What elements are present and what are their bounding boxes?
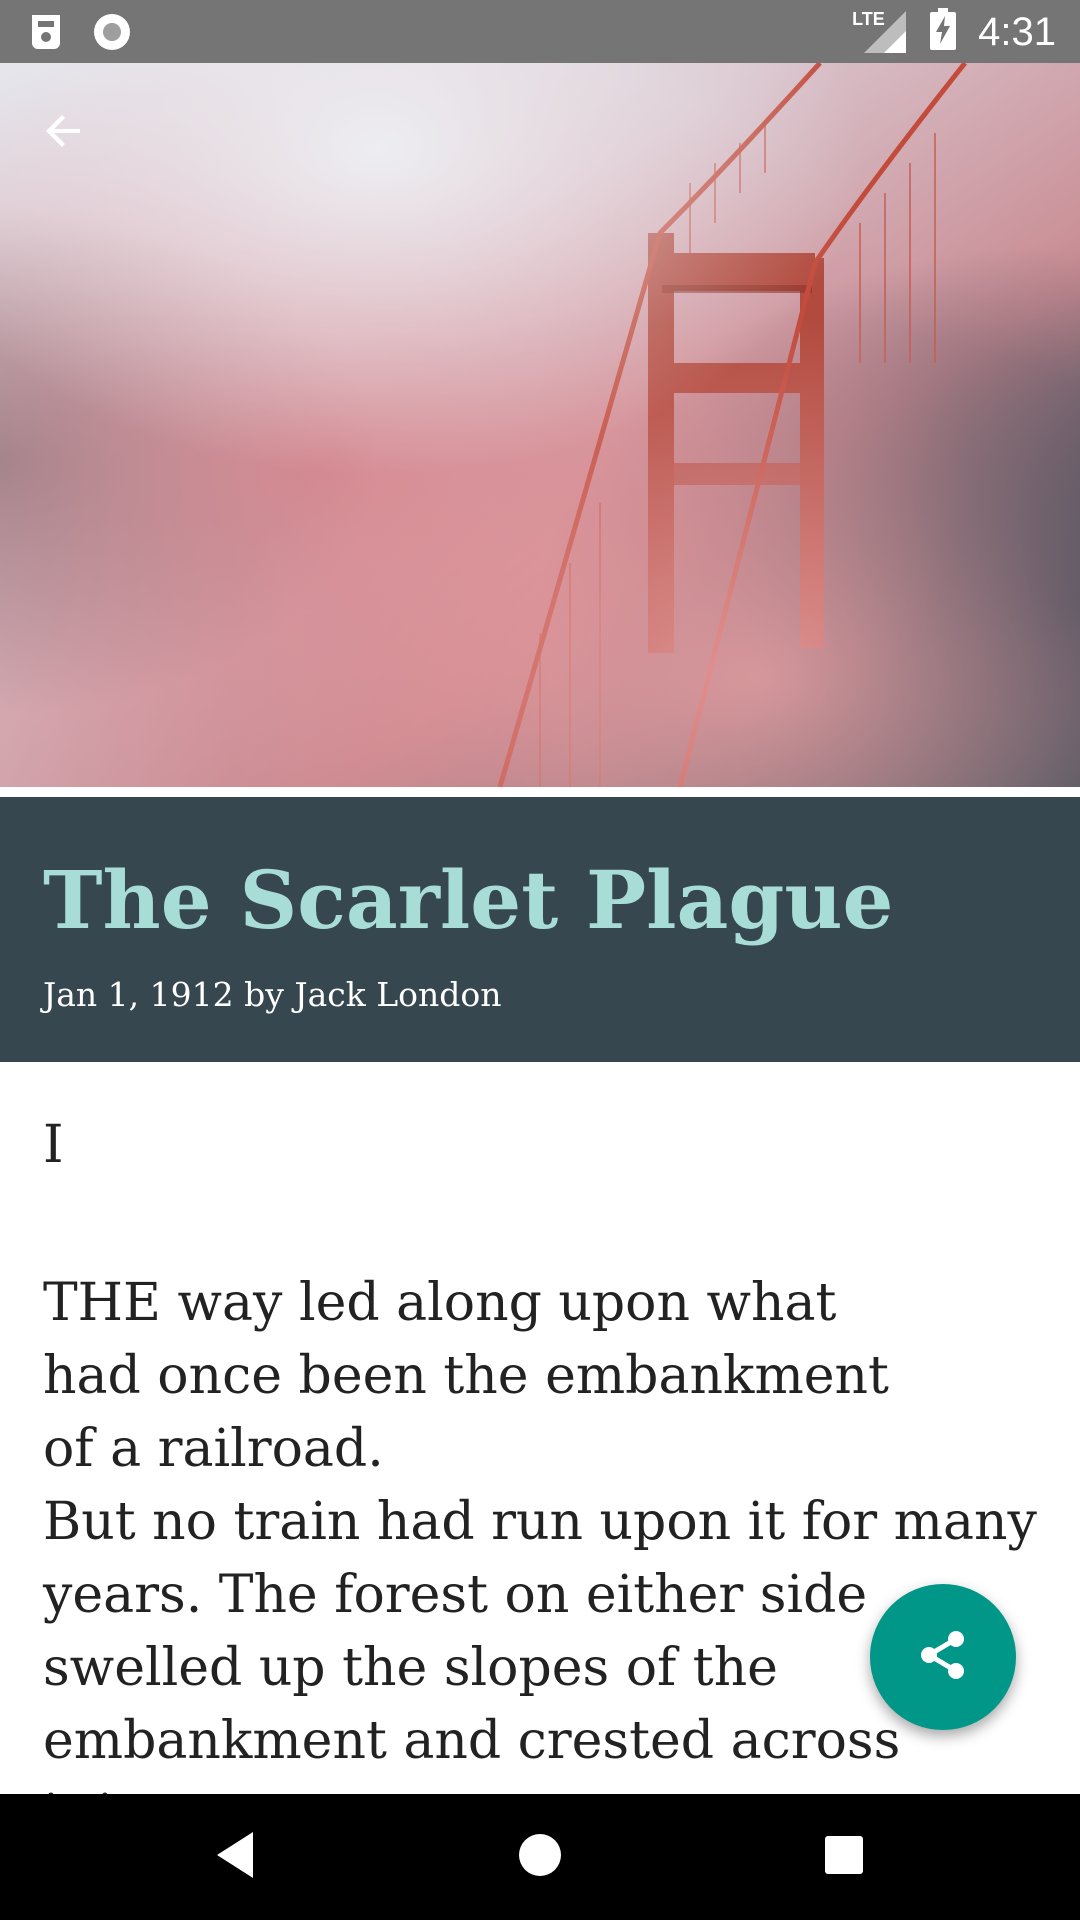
hero-image [0,63,1080,787]
title-panel: The Scarlet Plague Jan 1, 1912 by Jack L… [0,797,1080,1062]
status-bar: LTE 4:31 [0,0,1080,63]
clock: 4:31 [978,9,1056,54]
back-button[interactable] [40,107,106,173]
share-icon [916,1628,970,1686]
article-title: The Scarlet Plague [43,853,894,947]
article-line: embankment and crested across [43,1711,901,1771]
article-line: But no train had run upon it for many [43,1492,1037,1552]
square-recents-icon [824,1835,864,1879]
chapter-heading: I [43,1115,64,1175]
battery-charging-icon [930,8,957,55]
nav-back-button[interactable] [175,1794,295,1920]
sim-card-icon [30,13,62,56]
hero-divider [0,787,1080,797]
signal-icon: LTE [852,9,908,55]
circle-home-icon [517,1832,563,1882]
network-label: LTE [852,8,885,29]
nav-home-button[interactable] [480,1794,600,1920]
navigation-bar [0,1794,1080,1920]
article-line: had once been the embankment [43,1346,889,1406]
article-line: of a railroad. [43,1419,384,1479]
article-body: I THE way led along upon what had once b… [43,1115,1043,1851]
record-icon [92,12,132,57]
share-button[interactable] [870,1584,1016,1730]
nav-recents-button[interactable] [784,1794,904,1920]
triangle-back-icon [213,1830,257,1884]
article-line: THE way led along upon what [43,1273,837,1333]
article-byline: Jan 1, 1912 by Jack London [43,975,502,1014]
